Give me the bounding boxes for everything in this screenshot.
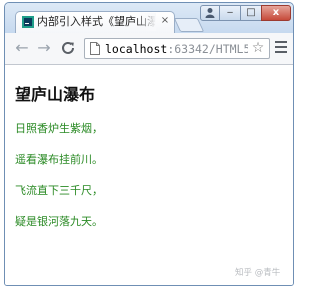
browser-toolbar: ← → localhost:63342/HTML54 ☆ xyxy=(5,33,293,65)
watermark: 知乎 @青牛 xyxy=(235,268,281,278)
poem-line-2: 遥看瀑布挂前川。 xyxy=(15,153,103,166)
address-bar[interactable]: localhost:63342/HTML54 ☆ xyxy=(84,38,270,59)
url-host: localhost xyxy=(105,42,168,56)
title-bar: 内部引入样式《望庐山瀑布 × ‒ □ x xyxy=(5,3,293,34)
tab-close-icon[interactable]: × xyxy=(159,15,171,27)
poem-line-4: 疑是银河落九天。 xyxy=(15,215,103,228)
bookmark-star-icon[interactable]: ☆ xyxy=(248,39,268,58)
poem-line-1: 日照香炉生紫烟， xyxy=(15,122,103,135)
back-arrow-icon[interactable]: ← xyxy=(13,39,31,57)
webstorm-favicon-icon xyxy=(22,16,34,28)
page-content: 望庐山瀑布 日照香炉生紫烟， 遥看瀑布挂前川。 飞流直下三千尺， 疑是银河落九天… xyxy=(5,65,293,285)
new-tab-button[interactable] xyxy=(173,18,205,32)
reload-icon[interactable] xyxy=(59,39,77,57)
user-profile-button[interactable] xyxy=(200,5,220,21)
browser-window: 内部引入样式《望庐山瀑布 × ‒ □ x ← → xyxy=(4,2,294,286)
url-port-path: :63342/HTML54 xyxy=(167,42,258,56)
browser-tab[interactable]: 内部引入样式《望庐山瀑布 × xyxy=(15,11,175,34)
close-window-button[interactable]: x xyxy=(261,5,291,21)
poem-line-3: 飞流直下三千尺， xyxy=(15,184,103,197)
page-title: 望庐山瀑布 xyxy=(15,85,96,104)
page-icon xyxy=(90,42,100,55)
menu-hamburger-icon[interactable] xyxy=(275,41,287,55)
maximize-button[interactable]: □ xyxy=(240,5,262,21)
forward-arrow-icon[interactable]: → xyxy=(35,39,53,57)
url-text[interactable]: localhost:63342/HTML54 xyxy=(105,42,257,56)
user-icon xyxy=(205,8,215,18)
minimize-button[interactable]: ‒ xyxy=(219,5,241,21)
